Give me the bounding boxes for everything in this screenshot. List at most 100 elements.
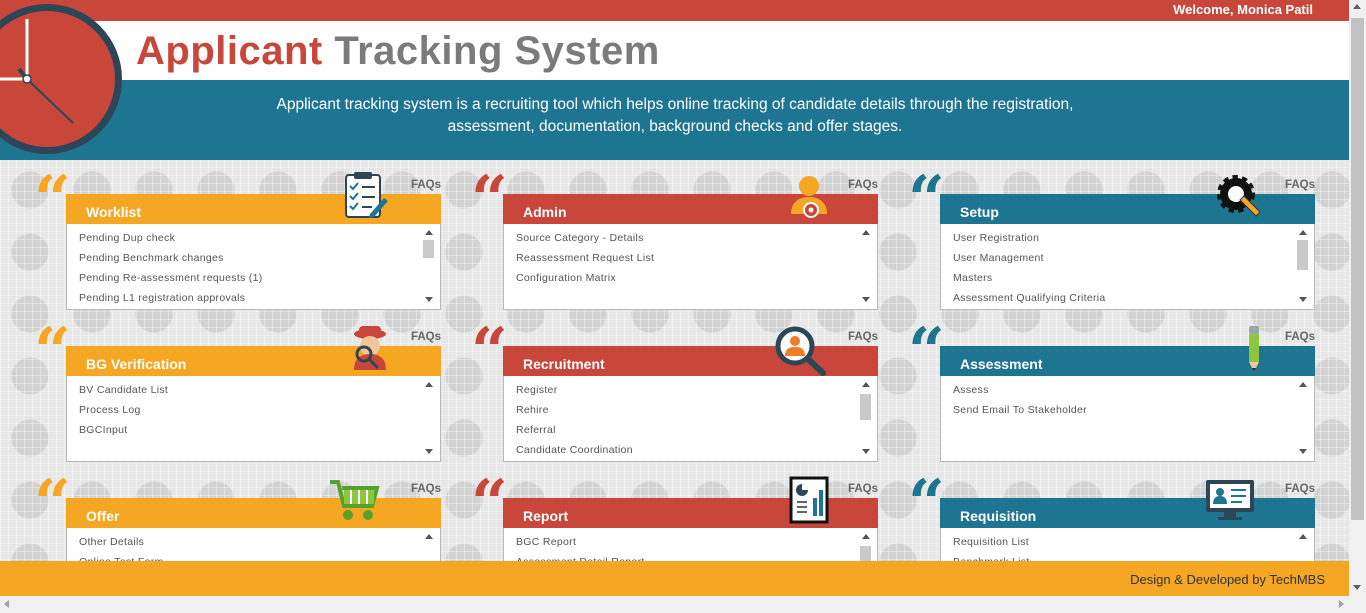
panel-offer: “ FAQs Offer Other Details Online Test F… xyxy=(34,464,444,561)
list-item[interactable]: Assessment Detail Report xyxy=(516,552,877,561)
panel-title[interactable]: Admin xyxy=(523,204,567,220)
faqs-link[interactable]: FAQs xyxy=(1285,331,1315,343)
list-item[interactable]: Assessment Qualifying Criteria xyxy=(953,288,1314,308)
list-item[interactable]: Register xyxy=(516,380,877,400)
scroll-up-icon[interactable] xyxy=(1299,382,1307,387)
panel-list[interactable]: Source Category - Details Reassessment R… xyxy=(503,224,878,310)
list-scrollbar[interactable] xyxy=(860,530,873,561)
list-scrollbar[interactable] xyxy=(423,530,436,561)
scroll-up-icon[interactable] xyxy=(425,230,433,235)
list-item[interactable]: Configuration Matrix xyxy=(516,268,877,288)
scroll-thumb[interactable] xyxy=(860,394,871,420)
list-item[interactable]: Masters xyxy=(953,268,1314,288)
panel-title[interactable]: Recruitment xyxy=(523,356,605,372)
panel-header[interactable]: Offer xyxy=(66,498,441,528)
panel-list[interactable]: Register Rehire Referral Candidate Coord… xyxy=(503,376,878,462)
scroll-down-icon[interactable] xyxy=(1353,585,1361,590)
list-item[interactable]: Requisition List xyxy=(953,532,1314,552)
scroll-down-icon[interactable] xyxy=(862,297,870,302)
faqs-link[interactable]: FAQs xyxy=(848,483,878,495)
list-item[interactable]: Send Email To Stakeholder xyxy=(953,400,1314,420)
list-item[interactable]: Pending Re-assessment requests (1) xyxy=(79,268,440,288)
panel-title[interactable]: BG Verification xyxy=(86,356,186,372)
list-item[interactable]: Reassessment Request List xyxy=(516,248,877,268)
list-scrollbar[interactable] xyxy=(423,226,436,306)
list-item[interactable]: Rehire xyxy=(516,400,877,420)
panel-report: “ FAQs Report BGC Report Assessment Deta… xyxy=(471,464,881,561)
scroll-up-icon[interactable] xyxy=(1353,4,1361,9)
page-horizontal-scrollbar[interactable] xyxy=(0,596,1366,613)
scroll-down-icon[interactable] xyxy=(1299,297,1307,302)
list-item[interactable]: Other Details xyxy=(79,532,440,552)
list-item[interactable]: Pending Dup check xyxy=(79,228,440,248)
panel-title[interactable]: Assessment xyxy=(960,356,1043,372)
scroll-up-icon[interactable] xyxy=(862,534,870,539)
list-item[interactable]: Candidate Coordination xyxy=(516,440,877,460)
panel-title[interactable]: Worklist xyxy=(86,204,141,220)
list-scrollbar[interactable] xyxy=(860,378,873,458)
scroll-thumb[interactable] xyxy=(860,546,871,561)
faqs-link[interactable]: FAQs xyxy=(1285,179,1315,191)
panel-title[interactable]: Offer xyxy=(86,508,119,524)
faqs-link[interactable]: FAQs xyxy=(848,331,878,343)
list-item[interactable]: Pending Benchmark changes xyxy=(79,248,440,268)
scroll-right-icon[interactable] xyxy=(1339,600,1344,608)
list-item[interactable]: Source Category - Details xyxy=(516,228,877,248)
scroll-up-icon[interactable] xyxy=(425,534,433,539)
panel-list[interactable]: Requisition List Benchmark List xyxy=(940,528,1315,561)
list-item[interactable]: Online Test Form xyxy=(79,552,440,561)
panel-list[interactable]: BGC Report Assessment Detail Report xyxy=(503,528,878,561)
list-scrollbar[interactable] xyxy=(860,226,873,306)
panel-list[interactable]: User Registration User Management Master… xyxy=(940,224,1315,310)
panel-title[interactable]: Report xyxy=(523,508,568,524)
panel-list[interactable]: BV Candidate List Process Log BGCInput xyxy=(66,376,441,462)
list-item[interactable]: Referral xyxy=(516,420,877,440)
scroll-down-icon[interactable] xyxy=(1299,449,1307,454)
scroll-up-icon[interactable] xyxy=(862,230,870,235)
list-item[interactable]: BGC Report xyxy=(516,532,877,552)
list-item[interactable]: BGCInput xyxy=(79,420,440,440)
page-vertical-scrollbar[interactable] xyxy=(1349,0,1366,596)
scroll-thumb[interactable] xyxy=(423,240,434,258)
panel-title[interactable]: Setup xyxy=(960,204,999,220)
title-part2: Tracking System xyxy=(334,29,660,73)
panel-list[interactable]: Assess Send Email To Stakeholder xyxy=(940,376,1315,462)
list-item[interactable]: Process Log xyxy=(79,400,440,420)
faqs-link[interactable]: FAQs xyxy=(411,483,441,495)
list-scrollbar[interactable] xyxy=(1297,530,1310,561)
panel-admin: “ FAQs Admin Source Category - Details R… xyxy=(471,160,881,310)
faqs-link[interactable]: FAQs xyxy=(411,179,441,191)
faqs-link[interactable]: FAQs xyxy=(848,179,878,191)
monitor-profile-icon xyxy=(1204,478,1256,527)
gear-wrench-icon xyxy=(1216,174,1262,225)
description-band: Applicant tracking system is a recruitin… xyxy=(0,80,1349,160)
panel-header[interactable]: Requisition xyxy=(940,498,1315,528)
list-scrollbar[interactable] xyxy=(1297,226,1310,306)
scroll-thumb[interactable] xyxy=(1351,18,1364,520)
panel-list[interactable]: Pending Dup check Pending Benchmark chan… xyxy=(66,224,441,310)
scroll-up-icon[interactable] xyxy=(1299,534,1307,539)
panel-list[interactable]: Other Details Online Test Form xyxy=(66,528,441,561)
faqs-link[interactable]: FAQs xyxy=(1285,483,1315,495)
list-item[interactable]: User Management xyxy=(953,248,1314,268)
list-scrollbar[interactable] xyxy=(423,378,436,458)
panel-title[interactable]: Requisition xyxy=(960,508,1036,524)
scroll-down-icon[interactable] xyxy=(862,449,870,454)
scroll-left-icon[interactable] xyxy=(4,600,9,608)
list-item[interactable]: BV Candidate List xyxy=(79,380,440,400)
report-chart-icon xyxy=(789,476,829,529)
scroll-up-icon[interactable] xyxy=(862,382,870,387)
list-item[interactable]: Assess xyxy=(953,380,1314,400)
list-item[interactable]: User Registration xyxy=(953,228,1314,248)
list-item[interactable]: Pending L1 registration approvals xyxy=(79,288,440,308)
page-title: Applicant Tracking System xyxy=(136,29,660,74)
list-scrollbar[interactable] xyxy=(1297,378,1310,458)
faqs-link[interactable]: FAQs xyxy=(411,331,441,343)
scroll-down-icon[interactable] xyxy=(425,449,433,454)
scroll-thumb[interactable] xyxy=(1297,240,1308,270)
footer-credit: Design & Developed by TechMBS xyxy=(1130,572,1325,587)
scroll-down-icon[interactable] xyxy=(425,297,433,302)
scroll-up-icon[interactable] xyxy=(425,382,433,387)
list-item[interactable]: Benchmark List xyxy=(953,552,1314,561)
scroll-up-icon[interactable] xyxy=(1299,230,1307,235)
